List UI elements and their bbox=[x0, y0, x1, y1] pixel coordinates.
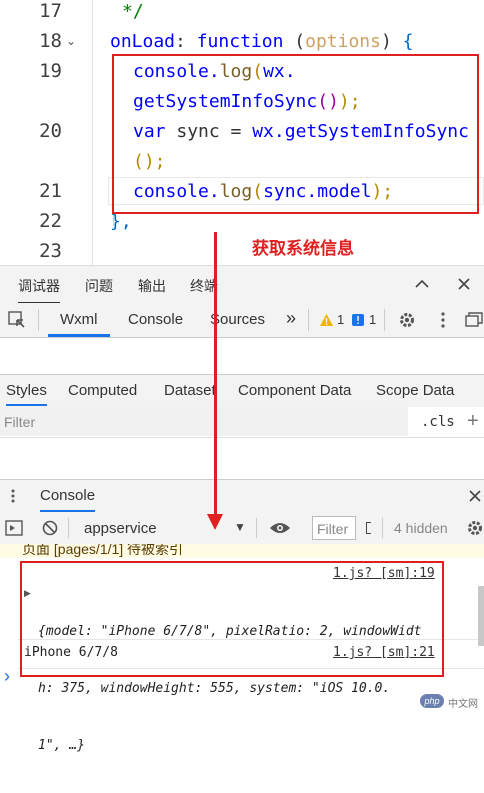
toolbar-divider bbox=[68, 518, 69, 538]
devtools-panel-toolbar: Wxml Console Sources » 1 1 bbox=[0, 303, 484, 338]
styles-filter-row: Filter .cls + bbox=[0, 407, 484, 438]
context-select-value: appservice bbox=[84, 520, 157, 537]
console-warning-row: 页面 [pages/1/1] 待被索引 bbox=[0, 544, 484, 558]
hidden-count[interactable]: 4 hidden bbox=[394, 520, 448, 536]
warning-icon[interactable] bbox=[318, 312, 334, 328]
console-filter-placeholder: Filter bbox=[317, 521, 349, 537]
toolbar-divider bbox=[308, 309, 309, 331]
tab-console[interactable]: Console bbox=[128, 311, 183, 328]
eye-icon[interactable] bbox=[268, 518, 292, 538]
tab-component-data[interactable]: Component Data bbox=[238, 382, 351, 399]
info-count: 1 bbox=[369, 312, 377, 327]
line-number: 19 bbox=[39, 60, 62, 82]
annotation-arrow-shaft bbox=[214, 232, 217, 518]
watermark-text: 中文网 bbox=[448, 699, 478, 710]
code-editor: 17 18 ⌄ 19 20 21 22 23 */ onLoad: functi… bbox=[0, 0, 484, 265]
clear-console-icon[interactable] bbox=[40, 518, 60, 538]
debugger-tabbar: 调试器 问题 输出 终端 bbox=[0, 265, 484, 304]
tab-issues[interactable]: 问题 bbox=[85, 276, 113, 296]
styles-filter-input[interactable]: Filter bbox=[0, 407, 408, 436]
info-icon[interactable] bbox=[350, 312, 366, 328]
elements-tree-area bbox=[0, 338, 484, 374]
tab-sources[interactable]: Sources bbox=[210, 311, 265, 328]
kebab-menu-icon[interactable] bbox=[432, 309, 454, 331]
code-line-18: onLoad: function (options) { bbox=[110, 31, 414, 52]
more-tabs-button[interactable]: » bbox=[286, 308, 296, 329]
toggle-sidebar-icon[interactable] bbox=[4, 518, 24, 538]
php-logo: php bbox=[420, 694, 444, 708]
line-number: 18 bbox=[39, 30, 62, 52]
tab-dataset[interactable]: Dataset bbox=[164, 382, 216, 399]
tab-scope-data[interactable]: Scope Data bbox=[376, 382, 454, 399]
warning-count: 1 bbox=[337, 312, 345, 327]
watermark: php 中文网 bbox=[420, 694, 480, 710]
chevron-up-icon[interactable] bbox=[410, 272, 434, 296]
styles-filter-placeholder: Filter bbox=[4, 414, 36, 430]
console-toolbar: appservice ▼ Filter 4 hidden bbox=[0, 512, 484, 545]
active-tab-indicator bbox=[48, 334, 110, 337]
fold-chevron-icon[interactable]: ⌄ bbox=[66, 34, 76, 48]
console-filter-input[interactable]: Filter bbox=[312, 516, 356, 540]
tab-debugger[interactable]: 调试器 bbox=[18, 276, 60, 304]
tab-computed[interactable]: Computed bbox=[68, 382, 137, 399]
line-number: 23 bbox=[39, 240, 62, 262]
gutter-divider bbox=[92, 0, 93, 265]
code-line-17: */ bbox=[122, 1, 144, 22]
levels-bracket-icon[interactable] bbox=[366, 522, 371, 534]
line-number: 17 bbox=[39, 0, 62, 22]
log-object-line: 1", …} bbox=[38, 738, 85, 753]
tab-styles[interactable]: Styles bbox=[6, 382, 47, 406]
annotation-label: 获取系统信息 bbox=[252, 239, 354, 258]
gear-icon[interactable] bbox=[396, 309, 418, 331]
console-settings-gear-icon[interactable] bbox=[466, 518, 484, 538]
toolbar-divider bbox=[382, 518, 383, 538]
console-drawer-header: Console bbox=[0, 479, 484, 513]
line-number: 22 bbox=[39, 210, 62, 232]
scrollbar-thumb[interactable] bbox=[478, 586, 484, 646]
toolbar-divider bbox=[256, 518, 257, 538]
close-icon[interactable] bbox=[452, 272, 476, 296]
toolbar-divider bbox=[384, 309, 385, 331]
add-rule-button[interactable]: + bbox=[467, 410, 479, 433]
code-highlight-box bbox=[112, 54, 479, 214]
line-number: 21 bbox=[39, 180, 62, 202]
code-line-22: }, bbox=[110, 211, 132, 232]
inspect-element-icon[interactable] bbox=[6, 309, 28, 331]
tab-output[interactable]: 输出 bbox=[138, 276, 166, 296]
annotation-arrow-head bbox=[207, 514, 223, 530]
cls-toggle[interactable]: .cls bbox=[421, 414, 455, 430]
warning-message: 页面 [pages/1/1] 待被索引 bbox=[22, 544, 184, 557]
drawer-menu-icon[interactable] bbox=[6, 488, 20, 504]
styles-subtabs: Styles Computed Dataset Component Data S… bbox=[0, 374, 484, 408]
line-number: 20 bbox=[39, 120, 62, 142]
log-object-line: h: 375, windowHeight: 555, system: "iOS … bbox=[38, 681, 391, 696]
tab-wxml[interactable]: Wxml bbox=[60, 311, 98, 328]
dock-side-icon[interactable] bbox=[464, 309, 484, 331]
toolbar-divider bbox=[38, 309, 39, 331]
log-highlight-box bbox=[20, 561, 444, 677]
console-log-area: 1.js? [sm]:19 ▶ {model: "iPhone 6/7/8", … bbox=[0, 558, 484, 753]
styles-content bbox=[0, 438, 484, 479]
close-drawer-icon[interactable] bbox=[466, 487, 484, 505]
console-prompt[interactable]: › bbox=[4, 666, 10, 687]
dropdown-arrow-icon: ▼ bbox=[234, 520, 246, 534]
console-drawer-tab[interactable]: Console bbox=[40, 487, 96, 512]
